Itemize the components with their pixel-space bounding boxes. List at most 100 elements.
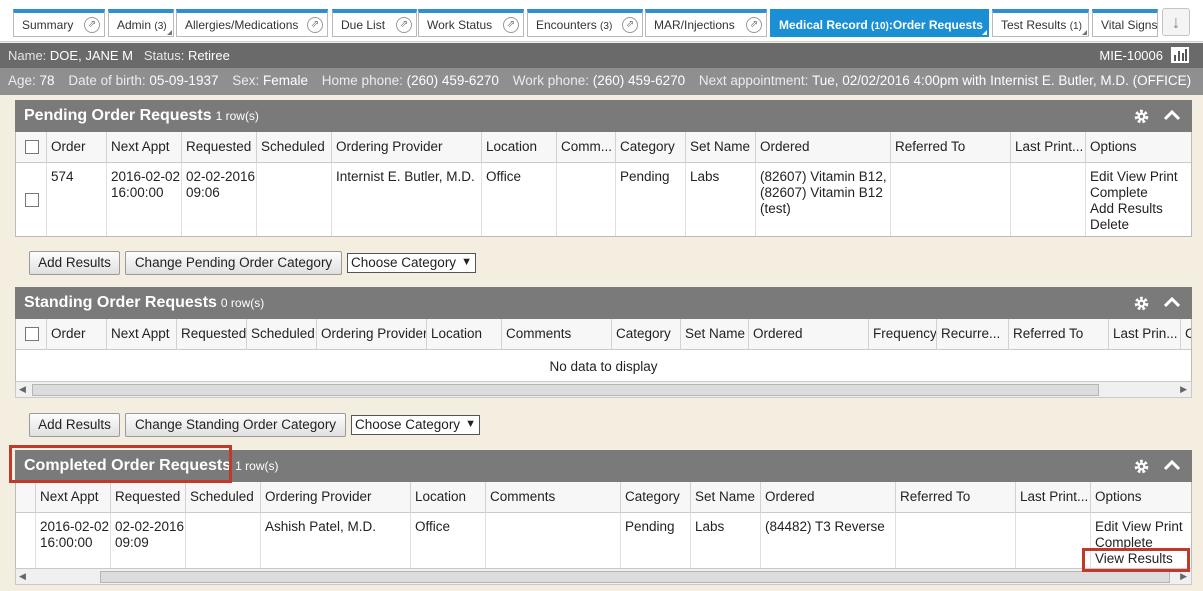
col-category[interactable]: Category: [616, 132, 686, 163]
col-next-appt[interactable]: Next Appt: [107, 319, 177, 350]
scroll-thumb[interactable]: [32, 384, 1099, 396]
pending-category-select[interactable]: Choose Category ▼: [347, 253, 476, 273]
cell-text: 09:09: [115, 535, 149, 550]
tab-vital-signs[interactable]: Vital Signs: [1092, 9, 1158, 37]
tab-test-results[interactable]: Test Results (1): [992, 9, 1089, 37]
collapse-icon[interactable]: [1164, 296, 1180, 308]
cell-set-name: Labs: [686, 163, 756, 236]
standing-scrollbar[interactable]: ◀ ▶: [15, 381, 1192, 398]
bar-chart-icon[interactable]: [1171, 47, 1189, 63]
pending-add-results-button[interactable]: Add Results: [29, 251, 120, 275]
col-last-print[interactable]: Last Print...: [1016, 482, 1091, 513]
patient-mrn: MIE-10006: [1099, 48, 1163, 63]
edit-link[interactable]: Edit: [1090, 169, 1113, 184]
col-comments[interactable]: Comments: [502, 319, 612, 350]
scroll-right-icon[interactable]: ▶: [1180, 571, 1187, 582]
gear-icon[interactable]: [1133, 458, 1150, 475]
col-ordering-provider[interactable]: Ordering Provider: [332, 132, 482, 163]
col-referred-to[interactable]: Referred To: [896, 482, 1016, 513]
col-set-name[interactable]: Set Name: [681, 319, 749, 350]
tab-label: Vital Signs: [1101, 18, 1158, 32]
col-last-print[interactable]: Last Print...: [1011, 132, 1086, 163]
col-set-name[interactable]: Set Name: [691, 482, 761, 513]
popout-icon[interactable]: ⇗: [746, 17, 762, 33]
col-requested[interactable]: Requested: [177, 319, 247, 350]
collapse-icon[interactable]: [1164, 109, 1180, 121]
col-options[interactable]: Options: [1086, 132, 1191, 163]
select-all-checkbox[interactable]: [25, 327, 39, 341]
col-scheduled[interactable]: Scheduled: [186, 482, 261, 513]
change-standing-order-category-button[interactable]: Change Standing Order Category: [125, 413, 346, 437]
complete-link[interactable]: Complete: [1095, 535, 1191, 551]
col-ordered[interactable]: Ordered: [756, 132, 891, 163]
col-ordered[interactable]: Ordered: [749, 319, 869, 350]
col-ordering-provider[interactable]: Ordering Provider: [261, 482, 411, 513]
popout-icon[interactable]: ⇗: [622, 17, 638, 33]
tab-work-status[interactable]: Work Status ⇗: [418, 9, 524, 37]
print-link[interactable]: Print: [1150, 169, 1178, 184]
scroll-thumb[interactable]: [100, 571, 1170, 583]
col-comments[interactable]: Comm...: [557, 132, 616, 163]
gear-icon[interactable]: [1133, 295, 1150, 312]
col-referred-to[interactable]: Referred To: [1009, 319, 1109, 350]
resize-corner-icon: [982, 30, 987, 35]
col-scheduled[interactable]: Scheduled: [257, 132, 332, 163]
col-clipped[interactable]: C: [1181, 319, 1191, 350]
col-category[interactable]: Category: [612, 319, 681, 350]
col-comments[interactable]: Comments: [486, 482, 621, 513]
arrow-down-icon[interactable]: ↓: [1162, 8, 1190, 36]
view-link[interactable]: View: [1122, 519, 1151, 534]
tab-due-list[interactable]: Due List ⇗: [332, 9, 417, 37]
tab-allergies-medications[interactable]: Allergies/Medications ⇗: [176, 9, 328, 37]
col-referred-to[interactable]: Referred To: [891, 132, 1011, 163]
completed-scrollbar[interactable]: ◀ ▶: [15, 568, 1192, 585]
standing-add-results-button[interactable]: Add Results: [29, 413, 120, 437]
add-results-link[interactable]: Add Results: [1090, 201, 1191, 217]
col-next-appt[interactable]: Next Appt: [107, 132, 182, 163]
col-requested[interactable]: Requested: [111, 482, 186, 513]
row-checkbox[interactable]: [25, 193, 39, 207]
edit-link[interactable]: Edit: [1095, 519, 1118, 534]
col-requested[interactable]: Requested: [182, 132, 257, 163]
complete-link[interactable]: Complete: [1090, 185, 1191, 201]
col-next-appt[interactable]: Next Appt: [36, 482, 111, 513]
scroll-left-icon[interactable]: ◀: [19, 571, 26, 582]
select-all-checkbox[interactable]: [25, 140, 39, 154]
gear-icon[interactable]: [1133, 108, 1150, 125]
panel-title: Pending Order Requests: [24, 107, 212, 124]
col-ordering-provider[interactable]: Ordering Provider: [317, 319, 427, 350]
col-recurrence[interactable]: Recurre...: [937, 319, 1009, 350]
col-location[interactable]: Location: [482, 132, 557, 163]
col-ordered[interactable]: Ordered: [761, 482, 896, 513]
col-location[interactable]: Location: [427, 319, 502, 350]
collapse-icon[interactable]: [1164, 459, 1180, 471]
col-category[interactable]: Category: [621, 482, 691, 513]
col-frequency[interactable]: Frequency: [869, 319, 937, 350]
row-count: 1 row(s): [235, 459, 279, 473]
col-scheduled[interactable]: Scheduled: [247, 319, 317, 350]
tab-mar-injections[interactable]: MAR/Injections ⇗: [645, 9, 767, 37]
view-link[interactable]: View: [1117, 169, 1146, 184]
tab-summary[interactable]: Summary ⇗: [13, 9, 105, 37]
patient-details: Age: 78 Date of birth: 05-09-1937 Sex: F…: [0, 68, 1203, 95]
scroll-right-icon[interactable]: ▶: [1180, 384, 1187, 395]
popout-icon[interactable]: ⇗: [503, 17, 519, 33]
col-order[interactable]: Order: [47, 319, 107, 350]
popout-icon[interactable]: ⇗: [396, 17, 412, 33]
col-last-print[interactable]: Last Prin...: [1109, 319, 1181, 350]
scroll-left-icon[interactable]: ◀: [19, 384, 26, 395]
standing-category-select[interactable]: Choose Category ▼: [351, 415, 480, 435]
print-link[interactable]: Print: [1155, 519, 1183, 534]
delete-link[interactable]: Delete: [1090, 217, 1191, 233]
tab-encounters[interactable]: Encounters (3) ⇗: [527, 9, 643, 37]
popout-icon[interactable]: ⇗: [84, 17, 100, 33]
popout-icon[interactable]: ⇗: [307, 17, 323, 33]
view-results-link[interactable]: View Results: [1095, 551, 1191, 567]
col-location[interactable]: Location: [411, 482, 486, 513]
tab-admin[interactable]: Admin (3): [108, 9, 174, 37]
col-set-name[interactable]: Set Name: [686, 132, 756, 163]
col-options[interactable]: Options: [1091, 482, 1191, 513]
tab-medical-record[interactable]: Medical Record (10):Order Requests: [770, 9, 989, 37]
col-order[interactable]: Order: [47, 132, 107, 163]
change-pending-order-category-button[interactable]: Change Pending Order Category: [125, 251, 342, 275]
